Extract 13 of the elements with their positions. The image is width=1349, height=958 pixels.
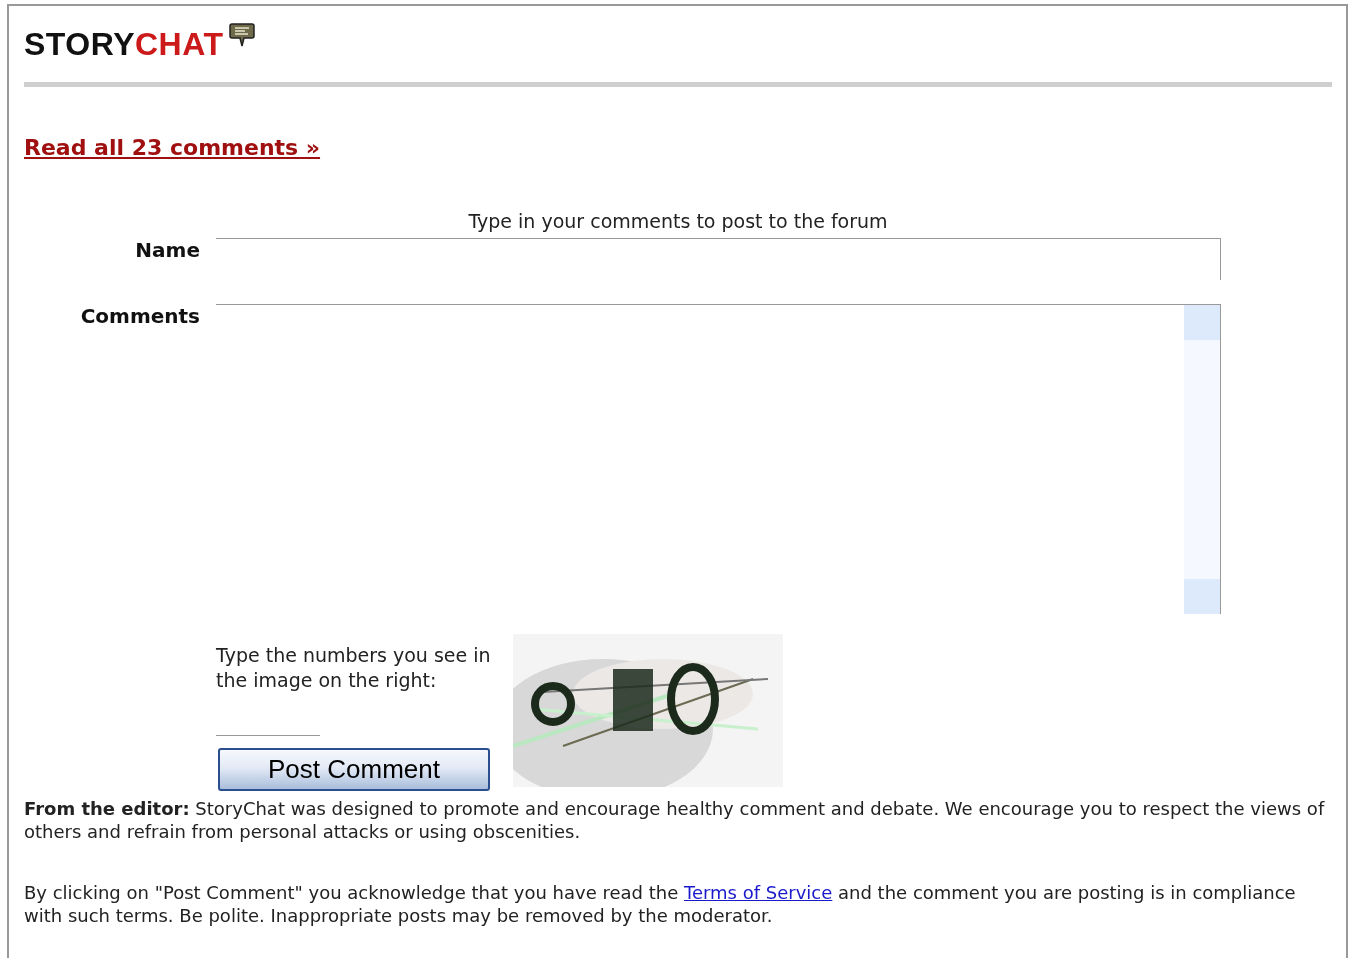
comments-field[interactable] — [216, 304, 1221, 614]
field-label: Comments — [80, 304, 200, 328]
captcha-prompt: Type the numbers you see in the image on the right: — [216, 643, 491, 693]
scrollbar[interactable] — [1184, 305, 1220, 614]
logo-word: CHAT — [134, 26, 224, 63]
read-comments-link[interactable]: Read all 23 comments » — [24, 135, 321, 160]
terms-notice: By clicking on "Post Comment" you acknowledge that you have read the Terms of Service and the comment you are posting is in compliance with such terms. Be polite. Inappropriate posts may be removed by the moderator. — [24, 881, 1297, 927]
field-label: Name — [135, 238, 200, 262]
form-intro: Type in your comments to post to the forum — [468, 210, 888, 232]
terms-link[interactable]: Terms of Service — [684, 882, 833, 903]
post-comment-button[interactable]: Post Comment — [218, 748, 490, 791]
editor-note: From the editor: StoryChat was designed to promote and encourage healthy comment and debate. We encourage you to respect the views of others and refrain from personal attacks or using obscenities. — [24, 797, 1326, 843]
logo-word: STORY — [24, 26, 135, 63]
